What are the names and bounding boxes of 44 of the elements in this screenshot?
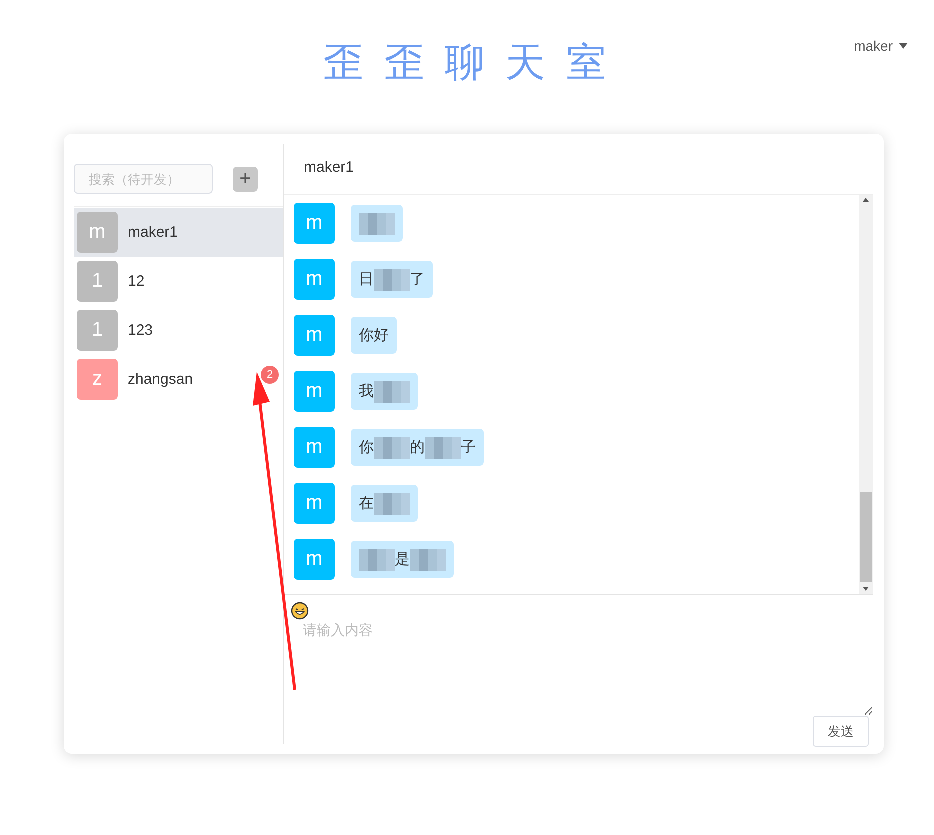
contact-item[interactable]: 1 12: [74, 257, 283, 306]
mosaic: [425, 436, 461, 458]
avatar: m: [294, 315, 335, 356]
app-title: 歪 歪 聊 天 室: [324, 39, 610, 88]
contact-item[interactable]: m maker1: [74, 208, 283, 257]
scrollbar[interactable]: [859, 195, 873, 594]
avatar: 1: [77, 261, 118, 302]
add-button[interactable]: +: [233, 166, 258, 192]
avatar: m: [294, 539, 335, 580]
avatar: m: [294, 203, 335, 244]
message-bubble: 我: [351, 373, 418, 410]
mosaic: [359, 548, 395, 570]
mosaic: [410, 548, 446, 570]
send-button[interactable]: 发送: [813, 716, 869, 747]
avatar: m: [294, 483, 335, 524]
message-bubble: 你好: [351, 317, 397, 354]
avatar: m: [294, 371, 335, 412]
mosaic: [374, 268, 410, 290]
mosaic: [374, 436, 410, 458]
avatar: m: [294, 259, 335, 300]
avatar: z: [77, 359, 118, 400]
contact-name: maker1: [128, 224, 178, 241]
search-field[interactable]: 搜索（待开发）: [74, 164, 213, 194]
contact-name: 12: [128, 273, 145, 290]
avatar: m: [77, 212, 118, 253]
scrollbar-thumb[interactable]: [860, 492, 872, 582]
mosaic: [374, 492, 410, 514]
contact-name: 123: [128, 322, 154, 339]
caret-icon: [899, 43, 908, 49]
message-bubble: 是: [351, 541, 454, 578]
user-menu[interactable]: maker: [854, 38, 908, 54]
unread-badge: 2: [261, 366, 279, 384]
avatar: m: [294, 427, 335, 468]
message-bubble: 在: [351, 485, 418, 522]
contact-item[interactable]: 1 123: [74, 306, 283, 355]
message-bubble: 你 的 子: [351, 429, 484, 466]
mosaic: [359, 212, 395, 234]
contact-item[interactable]: z zhangsan 2: [74, 355, 283, 404]
contact-name: zhangsan: [128, 371, 194, 388]
avatar: 1: [77, 310, 118, 351]
chat-title: maker1: [284, 134, 873, 195]
mosaic: [374, 380, 410, 402]
message-bubble: 日 了: [351, 261, 433, 298]
smiley-icon[interactable]: [291, 602, 309, 620]
